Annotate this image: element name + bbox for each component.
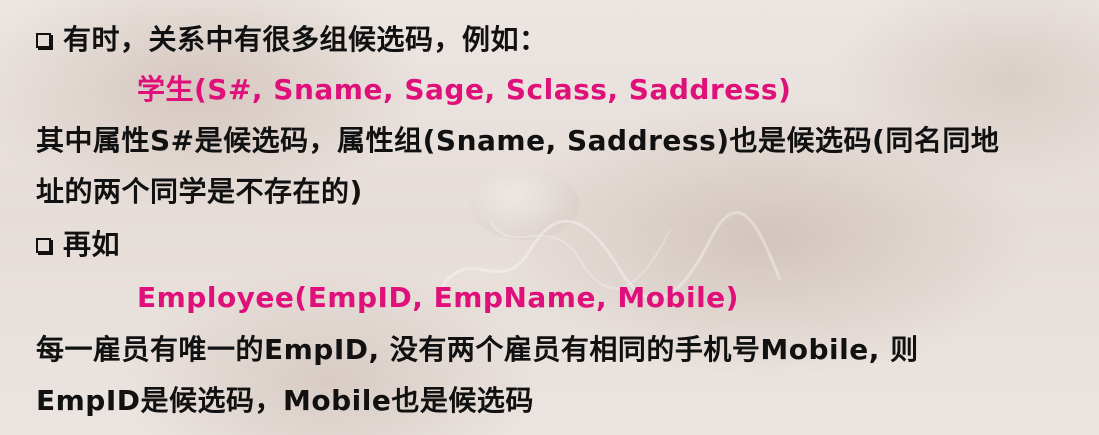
bullet-line-2: 再如: [36, 225, 120, 265]
example-relation-student: 学生(S#, Sname, Sage, Sclass, Saddress): [137, 73, 792, 106]
example-relation-employee: Employee(EmpID, EmpName, Mobile): [137, 281, 739, 314]
paragraph-2-line-1: 每一雇员有唯一的EmpID, 没有两个雇员有相同的手机号Mobile, 则: [36, 333, 919, 366]
bullet-line-1: 有时，关系中有很多组候选码，例如：: [36, 20, 548, 60]
paragraph-1-line-1: 其中属性S#是候选码，属性组(Sname, Saddress)也是候选码(同名同…: [36, 124, 1000, 157]
paragraph-1-line-2: 址的两个同学是不存在的): [36, 175, 363, 208]
bullet-text-1: 有时，关系中有很多组候选码，例如：: [63, 23, 548, 56]
hollow-square-bullet-icon: [36, 32, 51, 48]
hollow-square-bullet-icon: [36, 237, 51, 253]
slide-content: 有时，关系中有很多组候选码，例如： 学生(S#, Sname, Sage, Sc…: [0, 0, 1099, 435]
bullet-text-2: 再如: [63, 228, 121, 261]
paragraph-2-line-2: EmpID是候选码，Mobile也是候选码: [36, 384, 534, 417]
